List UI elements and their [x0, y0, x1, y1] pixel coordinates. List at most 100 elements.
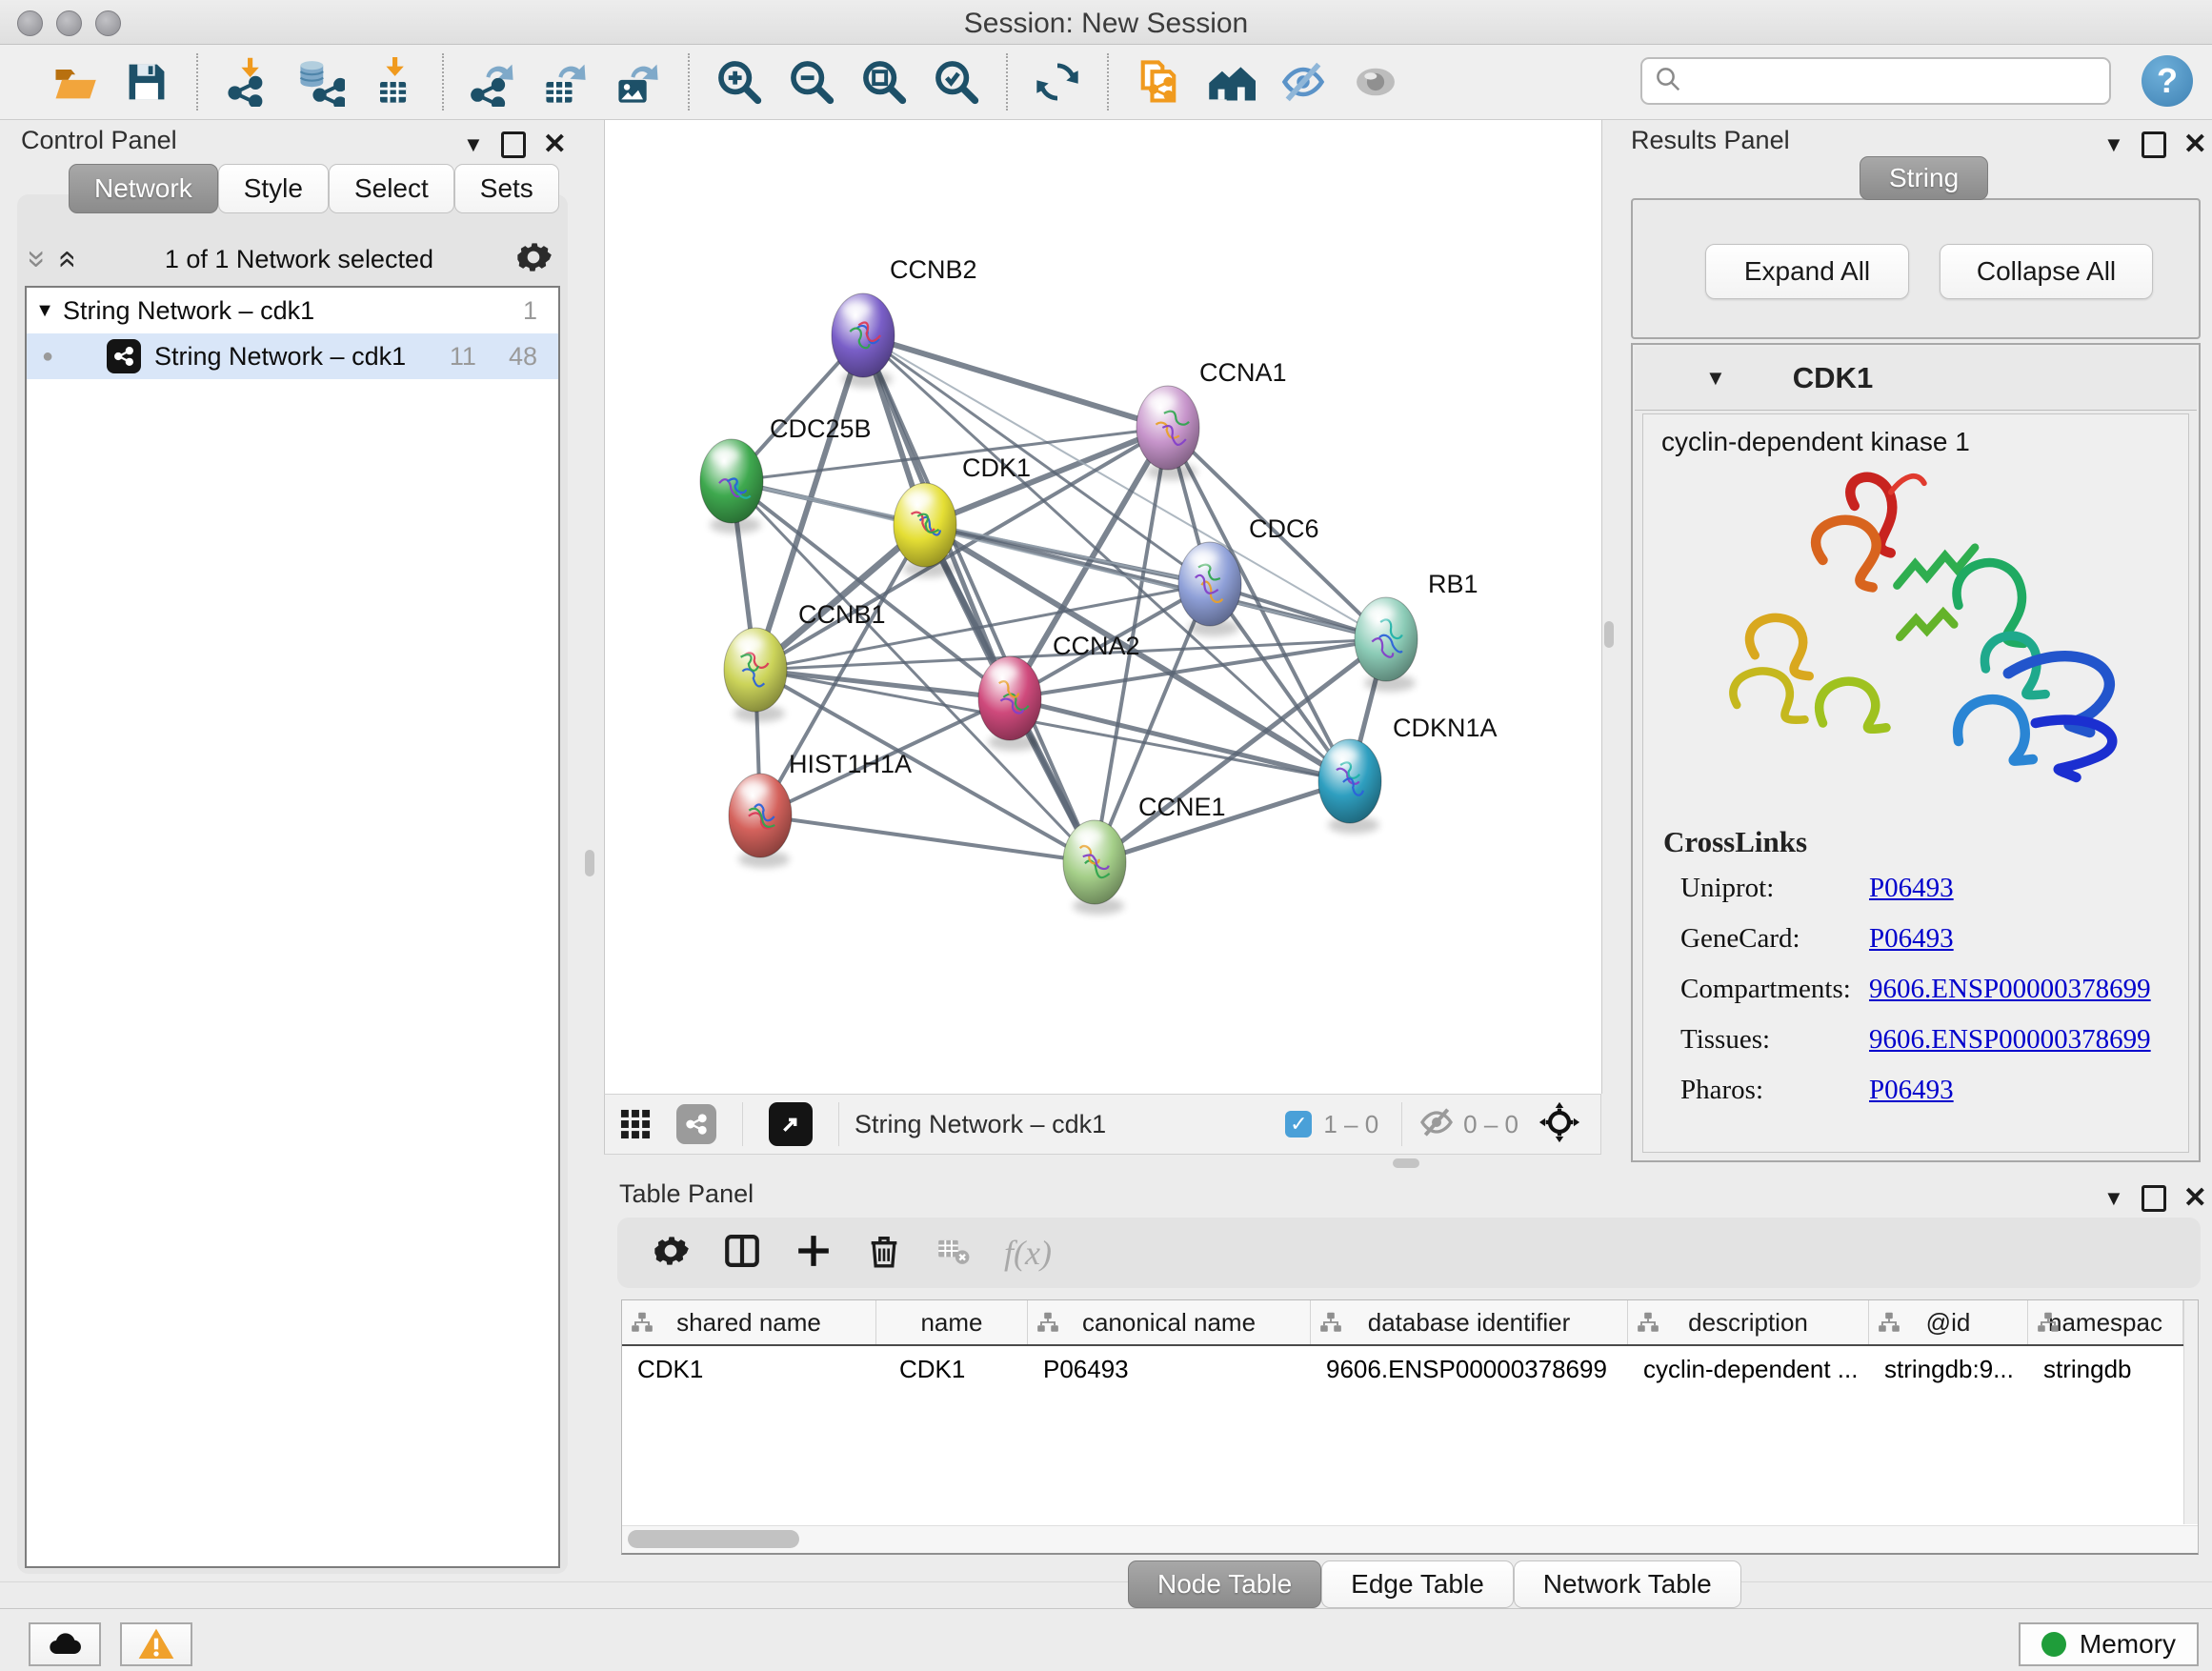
function-builder-icon[interactable]: f(x)	[1004, 1233, 1052, 1273]
warnings-button[interactable]	[120, 1622, 192, 1666]
selected-nodes-checkbox[interactable]: ✓	[1285, 1111, 1312, 1137]
results-panel-close-icon[interactable]: ✕	[2183, 128, 2207, 161]
expand-all-networks-icon[interactable]: »	[49, 251, 81, 269]
import-table-icon[interactable]	[362, 51, 423, 112]
network-options-gear-icon[interactable]	[514, 238, 553, 281]
crosslink-link[interactable]: P06493	[1869, 1075, 1954, 1106]
crosslink-link[interactable]: 9606.ENSP00000378699	[1869, 974, 2151, 1005]
table-panel-close-icon[interactable]: ✕	[2183, 1181, 2207, 1215]
table-horizontal-scrollbar[interactable]	[622, 1525, 2198, 1553]
tab-edge-table[interactable]: Edge Table	[1321, 1560, 1514, 1608]
column-header-name[interactable]: name	[876, 1300, 1028, 1344]
table-cell[interactable]: cyclin-dependent ...	[1628, 1346, 1869, 1392]
bottom-splitter-handle[interactable]	[1393, 1158, 1419, 1168]
table-cell[interactable]: stringdb:9...	[1869, 1346, 2028, 1392]
node-HIST1H1A[interactable]: HIST1H1A	[729, 750, 912, 868]
column-header-database-identifier[interactable]: database identifier	[1311, 1300, 1628, 1344]
crosslink-link[interactable]: P06493	[1869, 923, 1954, 955]
table-cell[interactable]: P06493	[1028, 1346, 1311, 1392]
pan-crosshair-icon[interactable]	[1538, 1100, 1581, 1149]
tab-style[interactable]: Style	[218, 164, 329, 213]
search-input[interactable]	[1682, 66, 2086, 97]
node-CCNE1[interactable]: CCNE1	[1063, 793, 1226, 915]
show-columns-icon[interactable]	[722, 1231, 762, 1276]
birds-eye-view-icon[interactable]	[611, 1094, 660, 1155]
gene-expander-icon[interactable]: ▼	[1705, 366, 1726, 391]
tab-sets[interactable]: Sets	[454, 164, 559, 213]
table-cell[interactable]: CDK1	[622, 1346, 876, 1392]
network-row-selected[interactable]: ● String Network – cdk1 11 48	[27, 333, 558, 379]
refresh-view-icon[interactable]	[1027, 51, 1088, 112]
zoom-in-icon[interactable]	[709, 51, 770, 112]
expand-all-button[interactable]: Expand All	[1705, 244, 1909, 299]
crosslink-link[interactable]: P06493	[1869, 873, 1954, 904]
tab-string[interactable]: String	[1860, 156, 1988, 200]
new-network-from-selection-icon[interactable]	[1128, 51, 1189, 112]
cloud-status-button[interactable]	[29, 1622, 101, 1666]
edge-CCNB2-RB1[interactable]	[863, 335, 1386, 639]
table-panel-float-icon[interactable]	[2142, 1185, 2166, 1212]
table-cell[interactable]: 9606.ENSP00000378699	[1311, 1346, 1628, 1392]
table-panel-menu-icon[interactable]: ▼	[2103, 1186, 2124, 1211]
column-header-namespac[interactable]: namespac	[2028, 1300, 2183, 1344]
control-panel-menu-icon[interactable]: ▼	[463, 132, 484, 157]
gene-section-header[interactable]: ▼ CDK1	[1635, 347, 2197, 411]
collection-expander-icon[interactable]: ▼	[27, 300, 63, 322]
string-style-icon[interactable]	[672, 1094, 721, 1155]
open-session-icon[interactable]	[44, 51, 105, 112]
crosslink-link[interactable]: 9606.ENSP00000378699	[1869, 1024, 2151, 1056]
results-panel-menu-icon[interactable]: ▼	[2103, 132, 2124, 157]
left-splitter-handle[interactable]	[585, 850, 594, 876]
node-CDKN1A[interactable]: CDKN1A	[1318, 714, 1498, 834]
scrollbar-thumb[interactable]	[628, 1530, 799, 1548]
home-icon[interactable]	[1200, 51, 1261, 112]
help-button[interactable]: ?	[2142, 55, 2193, 107]
save-session-icon[interactable]	[116, 51, 177, 112]
delete-column-icon[interactable]	[865, 1232, 903, 1275]
table-vertical-scrollbar[interactable]	[2183, 1300, 2198, 1524]
zoom-fit-icon[interactable]	[854, 51, 915, 112]
hide-results-icon[interactable]	[1273, 51, 1334, 112]
edge-CCNB2-CCNE1[interactable]	[863, 335, 1095, 862]
node-CCNB2[interactable]: CCNB2	[832, 255, 977, 388]
memory-button[interactable]: Memory	[2019, 1622, 2199, 1666]
edge-CCNE1-HIST1H1A[interactable]	[760, 815, 1095, 862]
right-splitter-handle[interactable]	[1604, 621, 1614, 648]
collapse-all-button[interactable]: Collapse All	[1940, 244, 2153, 299]
export-table-icon[interactable]	[535, 51, 596, 112]
table-cell[interactable]: CDK1	[876, 1346, 1028, 1392]
network-view-canvas[interactable]: CCNB2 CCNA1 CDC25B CDK1 CDC6 RB1 CCNB1 C…	[604, 120, 1602, 1094]
node-label-CDC6: CDC6	[1249, 514, 1319, 543]
delete-table-icon[interactable]	[935, 1233, 972, 1274]
node-RB1[interactable]: RB1	[1355, 570, 1478, 692]
zoom-out-icon[interactable]	[781, 51, 842, 112]
search-box[interactable]	[1640, 57, 2111, 105]
tab-node-table[interactable]: Node Table	[1128, 1560, 1321, 1608]
control-panel-close-icon[interactable]: ✕	[543, 128, 567, 161]
create-column-icon[interactable]	[794, 1232, 833, 1275]
table-cell[interactable]: stringdb	[2028, 1346, 2183, 1392]
network-collection-row[interactable]: ▼ String Network – cdk1 1	[27, 288, 558, 333]
column-header-description[interactable]: description	[1628, 1300, 1869, 1344]
show-graphics-icon[interactable]	[1345, 51, 1406, 112]
tab-network-table[interactable]: Network Table	[1514, 1560, 1741, 1608]
export-network-icon[interactable]	[463, 51, 524, 112]
tab-select[interactable]: Select	[329, 164, 454, 213]
results-panel-float-icon[interactable]	[2142, 131, 2166, 158]
import-database-icon[interactable]	[290, 51, 351, 112]
export-image-icon[interactable]	[608, 51, 669, 112]
table-row[interactable]: CDK1CDK1P064939606.ENSP00000378699cyclin…	[622, 1346, 2198, 1392]
table-options-gear-icon[interactable]	[652, 1232, 690, 1275]
tab-network[interactable]: Network	[69, 164, 218, 213]
column-header-canonical-name[interactable]: canonical name	[1028, 1300, 1311, 1344]
protein-structure-image	[1675, 452, 2170, 814]
import-network-icon[interactable]	[217, 51, 278, 112]
control-panel-float-icon[interactable]	[501, 131, 526, 158]
zoom-selected-icon[interactable]	[926, 51, 987, 112]
column-header-@id[interactable]: @id	[1869, 1300, 2028, 1344]
node-CCNA1[interactable]: CCNA1	[1136, 358, 1287, 480]
column-header-shared-name[interactable]: shared name	[622, 1300, 876, 1344]
hidden-elements-icon[interactable]	[1418, 1103, 1456, 1146]
open-in-browser-icon[interactable]	[764, 1094, 817, 1155]
edge-CCNB2-CCNA1[interactable]	[863, 335, 1168, 428]
